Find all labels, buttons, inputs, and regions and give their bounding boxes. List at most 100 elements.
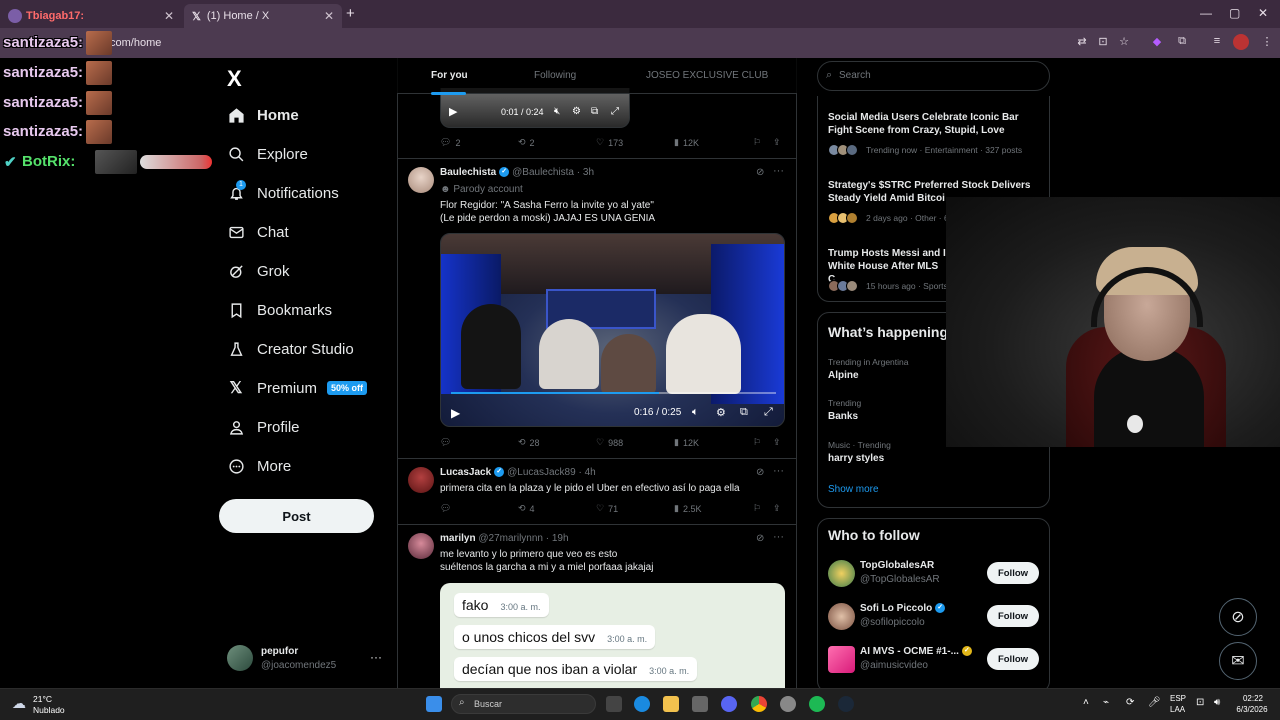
media-icon[interactable]: ≡ [1210, 35, 1224, 49]
tweet-more-icon[interactable]: ··· [773, 531, 784, 543]
reply-button[interactable]: 💬︎ [440, 503, 455, 514]
clock-time[interactable]: 02:22 [1240, 694, 1266, 703]
nav-bookmarks[interactable]: Bookmarks [227, 301, 332, 319]
account-more-icon[interactable]: ··· [370, 650, 382, 664]
discord-icon[interactable] [721, 696, 737, 712]
account-avatar[interactable] [227, 645, 253, 671]
steam-icon[interactable] [838, 696, 854, 712]
nav-explore[interactable]: Explore [227, 145, 308, 163]
spotify-icon[interactable] [809, 696, 825, 712]
nav-home[interactable]: Home [227, 106, 299, 124]
folder-icon[interactable] [663, 696, 679, 712]
tab-joseo-club[interactable]: JOSEO EXCLUSIVE CLUB [646, 70, 768, 81]
bookmark-button[interactable]: ⚐ [753, 503, 761, 514]
reply-button[interactable]: 💬︎ [440, 437, 455, 448]
bookmark-button[interactable]: ⚐ [753, 437, 761, 448]
follow-button[interactable]: Follow [987, 562, 1039, 584]
pip-icon[interactable]: ⧉ [740, 406, 748, 419]
nav-notifications[interactable]: 1 Notifications [227, 180, 339, 202]
x-logo-icon[interactable]: X [227, 66, 242, 92]
star-icon[interactable]: ☆ [1117, 35, 1131, 49]
nav-creator-studio[interactable]: Creator Studio [227, 340, 354, 358]
trend-name[interactable]: harry styles [828, 453, 884, 464]
settings-icon[interactable]: ⚙ [572, 106, 581, 117]
avatar[interactable] [408, 167, 434, 193]
views-button[interactable]: ▮ 12K [674, 137, 699, 148]
nav-profile[interactable]: Profile [227, 418, 300, 436]
trend-name[interactable]: Banks [828, 411, 858, 422]
volume-icon[interactable]: 🔈︎ [692, 406, 699, 419]
tweet-author[interactable]: marilyn @27marilynnn · 19h [440, 533, 569, 544]
messages-fab-button[interactable]: ✉ [1219, 642, 1257, 680]
volume-icon[interactable]: 🔇︎ [554, 106, 560, 117]
suggested-user-name[interactable]: AI MVS - OCME #1-... ✓ [860, 646, 975, 657]
lang-secondary[interactable]: LAA [1170, 705, 1185, 714]
video-progress[interactable] [451, 392, 776, 394]
play-icon[interactable]: ▶ [451, 406, 460, 420]
play-icon[interactable]: ▶ [449, 105, 457, 118]
tab-close-icon[interactable]: ✕ [324, 9, 334, 23]
volume-icon[interactable]: 🔊︎ [1214, 697, 1220, 708]
edge-icon[interactable] [634, 696, 650, 712]
grok-icon[interactable]: ⊘ [756, 467, 764, 478]
suggested-user-name[interactable]: TopGlobalesAR [860, 560, 934, 571]
avatar[interactable] [408, 533, 434, 559]
tray-chevron-icon[interactable]: ˄ [1083, 697, 1089, 708]
grok-fab-button[interactable]: ⊘ [1219, 598, 1257, 636]
tray-icon[interactable]: ⟳ [1126, 697, 1134, 708]
browser-tab-x[interactable]: 𝕏 (1) Home / X ✕ [184, 4, 342, 28]
tweet-more-icon[interactable]: ··· [773, 165, 784, 177]
profile-avatar-icon[interactable] [1233, 34, 1249, 50]
bookmark-button[interactable]: ⚐ [753, 137, 761, 148]
share-button[interactable]: ⇪ [773, 137, 781, 148]
news-title[interactable]: Social Media Users Celebrate Iconic Bar … [828, 111, 1038, 137]
url-text[interactable]: com/home [110, 37, 161, 49]
lang-primary[interactable]: ESP [1170, 694, 1186, 703]
browser-tab-twitch[interactable]: Tbiagab17: ✕ [0, 4, 182, 28]
tab-following[interactable]: Following [534, 70, 576, 81]
settings-icon[interactable]: ⚙ [716, 406, 726, 419]
minimize-button[interactable]: — [1200, 6, 1212, 20]
install-icon[interactable]: ⊡ [1096, 35, 1110, 49]
repost-button[interactable]: ⟲ 2 [518, 137, 535, 148]
pip-icon[interactable]: ⧉ [591, 106, 598, 117]
like-button[interactable]: ♡ 71 [596, 503, 618, 514]
follow-button[interactable]: Follow [987, 605, 1039, 627]
mic-icon[interactable]: 🎤︎ [1148, 697, 1161, 708]
network-icon[interactable]: ⊡ [1196, 697, 1204, 708]
views-button[interactable]: ▮ 2.5K [674, 503, 701, 514]
video-player[interactable]: ▶ 0:01 / 0:24 🔇︎ ⚙ ⧉ ⤢ [440, 88, 630, 128]
suggested-user-name[interactable]: Sofi Lo Piccolo ✓ [860, 603, 948, 614]
translate-icon[interactable]: ⇄ [1075, 35, 1089, 49]
avatar[interactable] [828, 603, 855, 630]
avatar[interactable] [828, 646, 855, 673]
extension-icon[interactable]: ◆ [1150, 35, 1164, 49]
nav-chat[interactable]: Chat [227, 223, 289, 241]
nav-grok[interactable]: Grok [227, 262, 290, 280]
share-button[interactable]: ⇪ [773, 503, 781, 514]
avatar[interactable] [828, 560, 855, 587]
tweet-author[interactable]: Baulechista ✓ @Baulechista · 3h [440, 167, 594, 178]
close-window-button[interactable]: ✕ [1258, 6, 1268, 20]
chrome-icon[interactable] [751, 696, 767, 712]
tab-for-you[interactable]: For you [431, 70, 468, 81]
show-more-link[interactable]: Show more [828, 484, 879, 495]
new-tab-button[interactable]: + [346, 5, 355, 22]
clock-date[interactable]: 6/3/2026 [1232, 705, 1272, 714]
grok-icon[interactable]: ⊘ [756, 533, 764, 544]
video-player[interactable]: ▶ 0:16 / 0:25 🔈︎ ⚙ ⧉ ⤢ [440, 233, 785, 427]
fullscreen-icon[interactable]: ⤢ [611, 106, 619, 117]
tweet-more-icon[interactable]: ··· [773, 465, 784, 477]
follow-button[interactable]: Follow [987, 648, 1039, 670]
weather-temp[interactable]: 21°C [33, 694, 52, 704]
maximize-button[interactable]: ▢ [1229, 6, 1240, 20]
tab-close-icon[interactable]: ✕ [164, 9, 174, 23]
menu-icon[interactable]: ⋮ [1260, 35, 1274, 49]
fullscreen-icon[interactable]: ⤢ [764, 406, 773, 419]
puzzle-icon[interactable]: ⧉ [1175, 35, 1189, 49]
repost-button[interactable]: ⟲ 4 [518, 503, 535, 514]
app-icon[interactable] [780, 696, 796, 712]
tray-icon[interactable]: ⌁ [1103, 697, 1109, 708]
reply-button[interactable]: 💬︎ 2 [440, 137, 460, 148]
trend-name[interactable]: Alpine [828, 370, 859, 381]
